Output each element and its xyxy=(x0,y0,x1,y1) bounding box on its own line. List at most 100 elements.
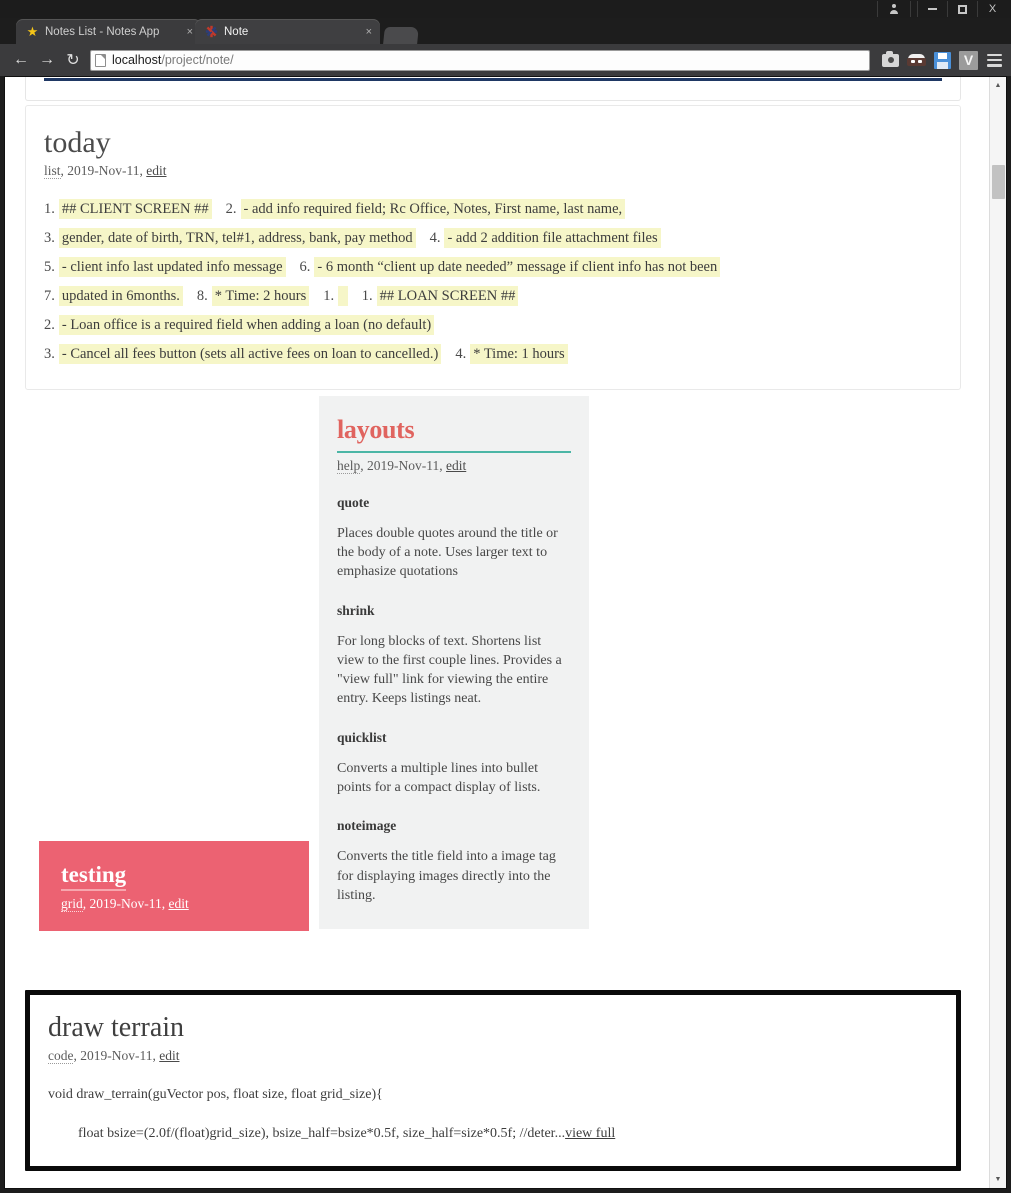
quicklist-item-number: 2. xyxy=(44,317,55,333)
quicklist-item-text: - client info last updated info message xyxy=(58,257,286,277)
layout-section-heading: quote xyxy=(337,494,370,510)
browser-window: X ★ Notes List - Notes App × Note × ← → … xyxy=(0,0,1011,1193)
chrome-menu-button[interactable] xyxy=(984,50,1005,71)
extension-toolbar: V xyxy=(876,50,1005,71)
quicklist-item: 1. ## CLIENT SCREEN ## xyxy=(44,199,212,219)
code-snippet: void draw_terrain(guVector pos, float si… xyxy=(48,1084,938,1144)
scroll-down-arrow-icon[interactable]: ▼ xyxy=(990,1171,1006,1188)
save-extension-button[interactable] xyxy=(932,50,953,71)
layout-section-heading: quicklist xyxy=(337,729,387,745)
quicklist-item-number: 8. xyxy=(196,288,208,304)
page-scrollbar[interactable]: ▲ ▼ xyxy=(989,77,1006,1188)
note-meta: list, 2019-Nov-11, edit xyxy=(44,163,942,179)
quicklist-item-text: ## LOAN SCREEN ## xyxy=(376,286,519,306)
minimize-button[interactable] xyxy=(917,1,947,17)
note-date: 2019-Nov-11 xyxy=(367,457,440,473)
note-layout-tag[interactable]: help xyxy=(337,457,361,474)
note-date: 2019-Nov-11 xyxy=(67,163,140,178)
note-card-today: today list, 2019-Nov-11, edit 1. ## CLIEN… xyxy=(25,105,961,390)
person-icon xyxy=(889,4,899,14)
quicklist-item-text: - 6 month “client up date needed” messag… xyxy=(314,257,721,277)
note-card-image xyxy=(25,1185,961,1188)
note-edit-link[interactable]: edit xyxy=(446,458,466,473)
note-edit-link[interactable]: edit xyxy=(159,1048,179,1063)
layout-section-heading: noteimage xyxy=(337,818,397,834)
page-info-icon[interactable] xyxy=(95,53,106,67)
quicklist-item-number: 3. xyxy=(44,346,55,362)
tab-title: Note xyxy=(224,25,249,38)
quicklist-item: 5. - client info last updated info messag… xyxy=(44,257,286,277)
quicklist: 1. ## CLIENT SCREEN ## 2. - add info requi… xyxy=(44,195,942,369)
note-meta: code, 2019-Nov-11, edit xyxy=(48,1047,180,1064)
quicklist-item-text xyxy=(338,286,348,306)
quicklist-item-number: 3. xyxy=(44,230,55,246)
quicklist-item-text: - add info required field; Rc Office, No… xyxy=(240,199,626,219)
maximize-button[interactable] xyxy=(947,1,977,17)
note-layout-tag[interactable]: code xyxy=(48,1047,74,1064)
quicklist-gap xyxy=(212,201,226,218)
quicklist-item-number: 1. xyxy=(44,201,55,217)
note-title: today xyxy=(44,126,111,159)
quicklist-gap xyxy=(348,288,362,305)
quicklist-item: 3. - Cancel all fees button (sets all act… xyxy=(44,344,442,364)
tab-close-button[interactable]: × xyxy=(366,26,372,38)
note-layout-tag[interactable]: grid xyxy=(61,896,83,913)
note-edit-link[interactable]: edit xyxy=(169,896,189,911)
scroll-up-arrow-icon[interactable]: ▲ xyxy=(990,77,1006,94)
note-edit-link[interactable]: edit xyxy=(146,163,166,178)
back-button[interactable]: ← xyxy=(8,47,34,73)
view-full-link[interactable]: view full xyxy=(565,1126,615,1141)
note-date: 2019-Nov-11 xyxy=(89,896,162,912)
page-viewport: Newo Sky Procedurally generated Demo / S… xyxy=(4,76,1007,1189)
browser-toolbar: ← → ↻ localhost /project/note/ V xyxy=(0,44,1011,76)
note-title: draw terrain xyxy=(48,1012,185,1043)
vimium-v-icon: V xyxy=(959,50,978,70)
quicklist-item-text: gender, date of birth, TRN, tel#1, addre… xyxy=(58,228,416,248)
quicklist-item-text: * Time: 2 hours xyxy=(211,286,310,306)
tab-close-button[interactable]: × xyxy=(187,26,193,38)
quicklist-gap xyxy=(441,346,455,363)
camera-extension-button[interactable] xyxy=(880,50,901,71)
url-path: /project/note/ xyxy=(161,53,234,67)
quicklist-item: 6. - 6 month “client up date needed” mess… xyxy=(300,257,721,277)
window-controls: X xyxy=(877,1,1007,17)
quicklist-gap xyxy=(286,259,300,276)
layouts-sections: quote Places double quotes around the tit… xyxy=(337,495,571,906)
web-page: Newo Sky Procedurally generated Demo / S… xyxy=(5,77,981,1188)
chrome-menu-icon xyxy=(987,53,1002,67)
forward-button[interactable]: → xyxy=(34,47,60,73)
code-line-1: void draw_terrain(guVector pos, float si… xyxy=(48,1086,383,1102)
scrollbar-thumb[interactable] xyxy=(992,165,1005,199)
quicklist-item: 4. - add 2 addition file attachment files xyxy=(430,228,661,248)
note-layout-tag[interactable]: list xyxy=(44,163,61,179)
previous-note-card: Newo Sky Procedurally generated Demo / S… xyxy=(25,77,961,101)
profile-button[interactable] xyxy=(877,1,911,17)
new-tab-button[interactable] xyxy=(383,27,419,44)
save-floppy-icon xyxy=(934,51,951,69)
maximize-icon xyxy=(958,4,967,14)
address-bar[interactable]: localhost /project/note/ xyxy=(90,49,870,71)
quicklist-item-number: 2. xyxy=(225,201,237,217)
minimize-icon xyxy=(928,8,937,10)
note-date: 2019-Nov-11 xyxy=(80,1047,153,1063)
note-title: layouts xyxy=(337,415,571,453)
vimium-extension-button[interactable]: V xyxy=(958,50,979,71)
quicklist-item-text: * Time: 1 hours xyxy=(470,344,568,364)
layout-section-body: Places double quotes around the title or… xyxy=(337,525,558,580)
quicklist-item: 7. updated in 6months. xyxy=(44,286,183,306)
quicklist-item: 8. * Time: 2 hours xyxy=(196,286,310,306)
reload-button[interactable]: ↻ xyxy=(60,47,86,73)
star-icon: ★ xyxy=(26,24,39,39)
note-card-layouts: layouts help, 2019-Nov-11, edit quote Pla… xyxy=(319,396,589,930)
tab-note[interactable]: Note × xyxy=(195,19,380,44)
close-button[interactable]: X xyxy=(977,1,1007,17)
incognito-extension-button[interactable] xyxy=(906,50,927,71)
tab-strip: ★ Notes List - Notes App × Note × xyxy=(0,18,1011,44)
tab-notes-list[interactable]: ★ Notes List - Notes App × xyxy=(16,19,201,44)
quicklist-item-text: ## CLIENT SCREEN ## xyxy=(58,199,212,219)
quicklist-item: 1. xyxy=(323,286,348,306)
note-card-draw-terrain: draw terrain code, 2019-Nov-11, edit voi… xyxy=(25,990,961,1171)
quicklist-item-number: 1. xyxy=(361,288,373,304)
quicklist-item-number: 1. xyxy=(323,288,335,304)
